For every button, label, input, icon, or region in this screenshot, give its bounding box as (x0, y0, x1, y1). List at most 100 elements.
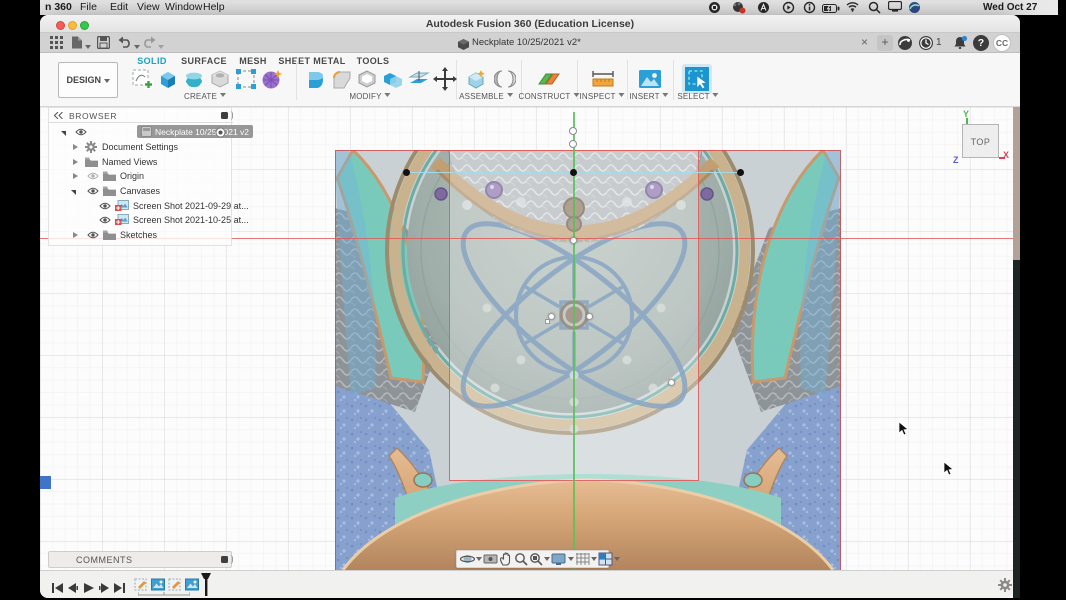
form-icon[interactable] (259, 66, 285, 92)
timeline-play-icon[interactable] (84, 580, 94, 598)
comments-options-icon[interactable] (221, 556, 228, 563)
browser-item-origin[interactable]: Origin (49, 169, 233, 183)
canvas-handle-right[interactable] (737, 169, 744, 176)
pattern-icon[interactable] (233, 66, 259, 92)
expander-icon[interactable] (73, 232, 78, 238)
panel-flyout-icon[interactable] (230, 111, 233, 120)
canvas-point-4[interactable] (668, 379, 675, 386)
offset-plane-icon[interactable] (406, 66, 432, 92)
viewcube-z-axis[interactable]: Z (953, 155, 959, 165)
timeline-step-back-icon[interactable] (68, 580, 78, 598)
press-pull-icon[interactable] (302, 66, 328, 92)
canvas-handle-left[interactable] (403, 169, 410, 176)
viewports-icon[interactable] (598, 551, 620, 567)
browser-item-canvases[interactable]: Canvases (49, 184, 233, 198)
autodesk-a-icon[interactable] (757, 1, 770, 14)
menu-edit[interactable]: Edit (110, 0, 128, 15)
info-circle-icon[interactable] (803, 1, 816, 14)
browser-item-document-settings[interactable]: Document Settings (49, 140, 233, 154)
menu-view[interactable]: View (137, 0, 160, 15)
spotlight-search-icon[interactable] (868, 1, 881, 14)
display-settings-icon[interactable] (551, 551, 574, 567)
comments-bar[interactable]: COMMENTS (48, 551, 233, 568)
browser-item-screenshot-2[interactable]: Screen Shot 2021-10-25 at... (49, 213, 249, 227)
menu-file[interactable]: File (80, 0, 97, 15)
pan-icon[interactable] (499, 551, 513, 567)
play-circle-icon[interactable] (782, 1, 795, 14)
activate-component-icon[interactable] (215, 127, 226, 138)
browser-globe-icon[interactable] (908, 1, 921, 14)
viewcube[interactable]: TOP (962, 124, 999, 158)
tab-solid[interactable]: SOLID (137, 56, 167, 66)
timeline-settings-gear-icon[interactable] (998, 578, 1012, 597)
create-sketch-icon[interactable] (129, 66, 155, 92)
fit-icon[interactable] (529, 551, 550, 567)
canvas-handle-rotate-top[interactable] (569, 127, 577, 135)
measure-icon[interactable] (590, 66, 616, 92)
tab-surface[interactable]: SURFACE (181, 56, 227, 66)
construct-plane-icon[interactable] (536, 66, 562, 92)
tab-sheet-metal[interactable]: SHEET METAL (278, 56, 345, 66)
visibility-eye-icon[interactable] (99, 202, 111, 210)
browser-item-root[interactable]: Neckplate 10/25/2021 v2 (49, 125, 253, 139)
app-menu-fusion360[interactable]: n 360 (45, 0, 72, 15)
timeline-skip-end-icon[interactable] (114, 580, 125, 598)
timeline-step-forward-icon[interactable] (99, 580, 109, 598)
save-icon[interactable] (96, 35, 111, 54)
tab-tools[interactable]: TOOLS (357, 56, 390, 66)
redo-icon[interactable] (142, 36, 164, 54)
visibility-eye-icon[interactable] (87, 187, 99, 195)
insert-image-icon[interactable] (637, 66, 663, 92)
zoom-icon[interactable] (514, 551, 528, 567)
viewcube-x-axis[interactable]: X (1003, 150, 1009, 160)
revolve-icon[interactable] (181, 66, 207, 92)
new-component-icon[interactable] (464, 66, 490, 92)
menu-window[interactable]: Window (165, 0, 202, 15)
collapse-panel-icon[interactable] (54, 112, 63, 119)
group-label-select[interactable]: SELECT (677, 92, 718, 101)
undo-icon[interactable] (118, 36, 140, 54)
menu-help[interactable]: Help (203, 0, 225, 15)
expander-icon[interactable] (73, 159, 78, 165)
move-copy-icon[interactable] (432, 66, 458, 92)
canvas-point-3[interactable] (586, 313, 593, 320)
canvas-point-square[interactable] (545, 319, 550, 324)
timeline-playhead[interactable] (200, 573, 212, 600)
group-label-construct[interactable]: CONSTRUCT (518, 92, 579, 101)
group-label-create[interactable]: CREATE (184, 92, 226, 101)
workspace-selector[interactable]: DESIGN (58, 62, 118, 98)
hole-icon[interactable] (207, 66, 233, 92)
extrude-icon[interactable] (155, 66, 181, 92)
app-grid-icon[interactable] (50, 36, 63, 54)
window-titlebar[interactable]: Autodesk Fusion 360 (Education License) (40, 15, 1020, 33)
visibility-eye-icon[interactable] (99, 216, 111, 224)
expander-open-icon[interactable] (61, 131, 66, 139)
new-tab-button[interactable]: + (877, 35, 893, 51)
expander-icon[interactable] (73, 144, 78, 150)
grid-snaps-icon[interactable] (575, 551, 597, 567)
joint-icon[interactable] (492, 66, 518, 92)
combine-icon[interactable] (380, 66, 406, 92)
browser-item-screenshot-1[interactable]: Screen Shot 2021-09-29 at... (49, 199, 249, 213)
visibility-eye-icon[interactable] (75, 128, 87, 136)
visibility-eye-icon[interactable] (87, 231, 99, 239)
browser-item-sketches[interactable]: Sketches (49, 228, 233, 242)
browser-header[interactable]: BROWSER (49, 108, 233, 123)
close-tab-icon[interactable]: × (861, 35, 868, 49)
group-label-assemble[interactable]: ASSEMBLE (459, 92, 513, 101)
help-icon[interactable]: ? (973, 35, 989, 51)
shell-icon[interactable] (354, 66, 380, 92)
timeline-skip-start-icon[interactable] (52, 580, 63, 598)
wifi-icon[interactable] (846, 1, 859, 14)
expander-icon[interactable] (73, 173, 78, 179)
document-tab[interactable]: Neckplate 10/25/2021 v2* (472, 37, 581, 48)
canvas-handle-center[interactable] (570, 169, 577, 176)
visibility-eye-icon[interactable] (87, 172, 99, 180)
record-stop-icon[interactable] (708, 1, 721, 14)
canvas-handle-rotate-bottom[interactable] (569, 140, 577, 148)
user-avatar[interactable]: CC (993, 34, 1011, 52)
browser-item-named-views[interactable]: Named Views (49, 155, 233, 169)
select-icon[interactable] (684, 66, 710, 92)
tab-mesh[interactable]: MESH (239, 56, 267, 66)
group-label-modify[interactable]: MODIFY (349, 92, 390, 101)
